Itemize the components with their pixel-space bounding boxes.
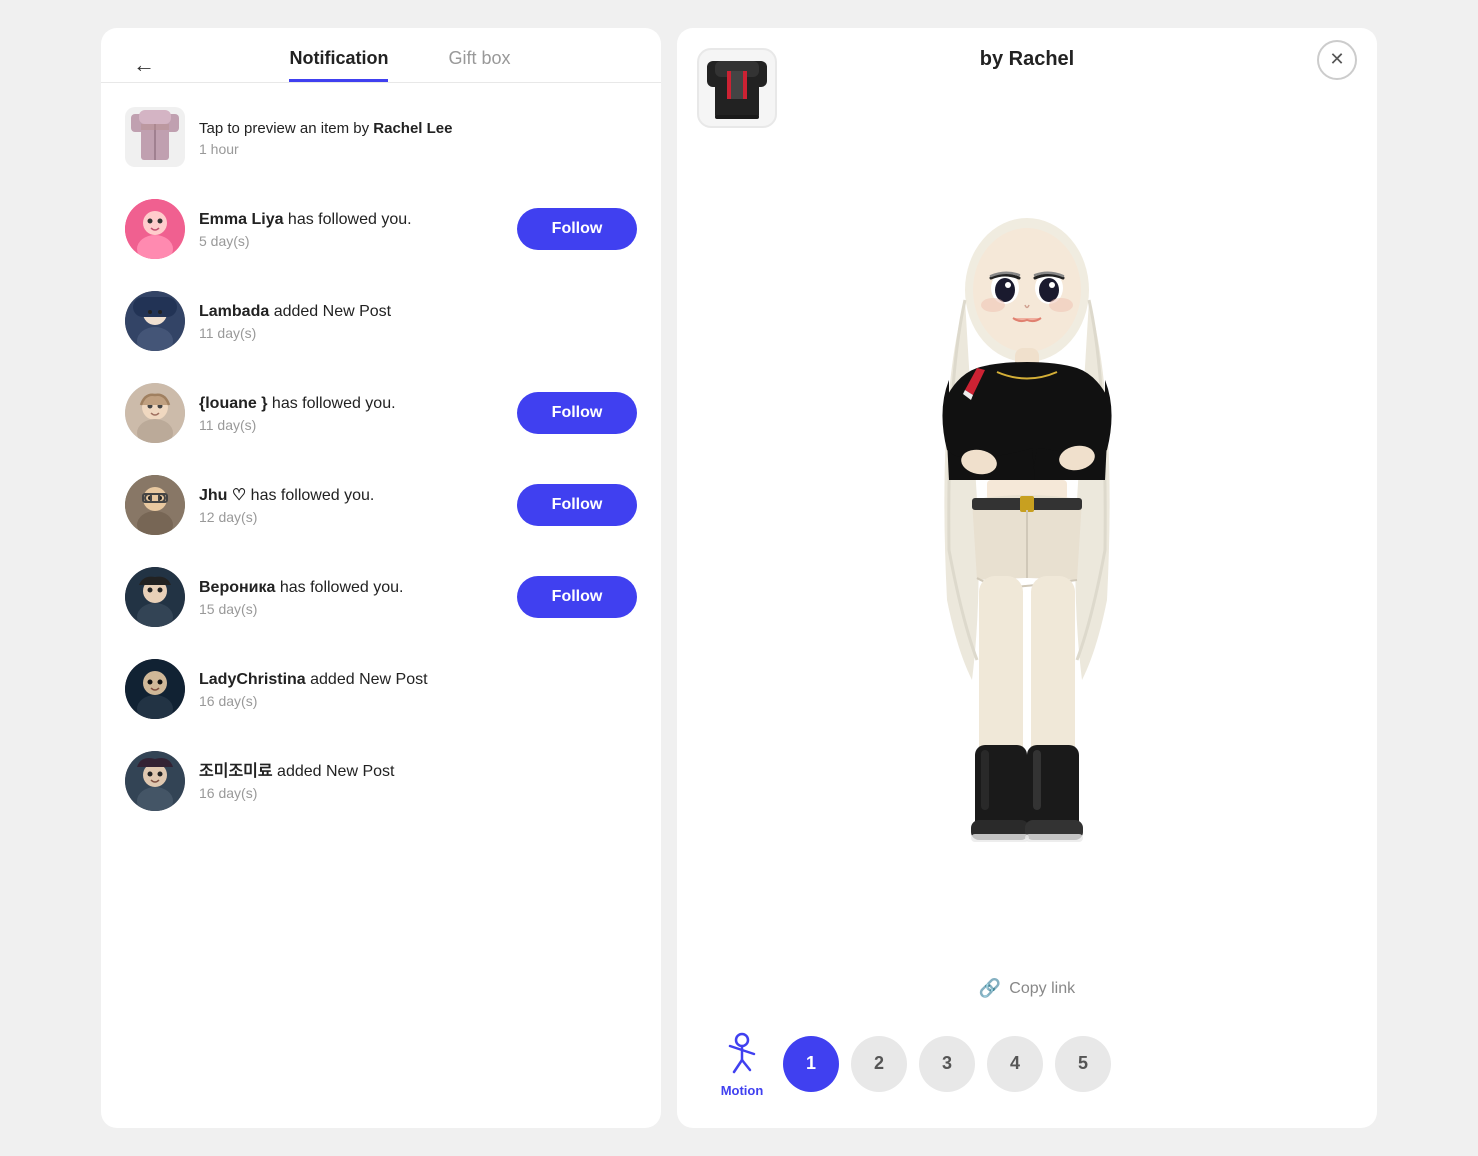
avatar-jhu	[125, 475, 185, 535]
notif-text-veronika: Вероника has followed you. 15 day(s)	[199, 577, 503, 617]
notif-item-emma[interactable]: Emma Liya has followed you. 5 day(s) Fol…	[101, 183, 661, 275]
notif-time-rachel: 1 hour	[199, 141, 637, 157]
notif-text-lambada: Lambada added New Post 11 day(s)	[199, 301, 637, 341]
avatar-ladychristina	[125, 659, 185, 719]
notif-title-emma: Emma Liya has followed you.	[199, 209, 503, 231]
notif-time-ladychristina: 16 day(s)	[199, 693, 637, 709]
copy-link-label: Copy link	[1009, 980, 1075, 998]
avatar-veronika	[125, 567, 185, 627]
avatar-louane	[125, 383, 185, 443]
notif-item-ladychristina[interactable]: LadyChristina added New Post 16 day(s)	[101, 643, 661, 735]
notif-time-louane: 11 day(s)	[199, 417, 503, 433]
avatar-lambada	[125, 291, 185, 351]
left-panel: ← Notification Gift box	[101, 28, 661, 1128]
notif-title-ladychristina: LadyChristina added New Post	[199, 669, 637, 691]
avatar-jomio-svg	[125, 751, 185, 811]
notif-text-emma: Emma Liya has followed you. 5 day(s)	[199, 209, 503, 249]
avatar-3d-svg	[877, 200, 1177, 860]
follow-button-louane[interactable]: Follow	[517, 392, 637, 434]
motion-figure-icon	[720, 1032, 764, 1076]
right-header: by Rachel ✕	[697, 48, 1357, 71]
tab-notification[interactable]: Notification	[289, 48, 388, 82]
motion-icon	[717, 1029, 767, 1079]
notif-title-jhu: Jhu ♡ has followed you.	[199, 485, 503, 507]
avatar-louane-svg	[125, 383, 185, 443]
item-thumbnail	[125, 107, 185, 167]
avatar-jomio	[125, 751, 185, 811]
number-buttons: 1 2 3 4 5	[783, 1036, 1111, 1092]
follow-button-veronika[interactable]: Follow	[517, 576, 637, 618]
right-title: by Rachel	[980, 48, 1074, 71]
tab-giftbox[interactable]: Gift box	[448, 48, 510, 82]
bottom-bar: Motion 1 2 3 4 5	[697, 1019, 1357, 1108]
notif-text-jhu: Jhu ♡ has followed you. 12 day(s)	[199, 485, 503, 525]
notif-item-veronika[interactable]: Вероника has followed you. 15 day(s) Fol…	[101, 551, 661, 643]
link-icon: 🔗	[979, 978, 1001, 999]
avatar-ladychristina-svg	[125, 659, 185, 719]
notif-time-veronika: 15 day(s)	[199, 601, 503, 617]
follow-button-jhu[interactable]: Follow	[517, 484, 637, 526]
avatar-3d-container	[697, 81, 1357, 978]
number-button-5[interactable]: 5	[1055, 1036, 1111, 1092]
clothing-icon	[131, 110, 179, 164]
right-panel: by Rachel ✕	[677, 28, 1377, 1128]
notif-text-ladychristina: LadyChristina added New Post 16 day(s)	[199, 669, 637, 709]
back-button[interactable]: ←	[125, 48, 163, 82]
avatar-emma-svg	[125, 199, 185, 259]
header: ← Notification Gift box	[101, 28, 661, 82]
notif-title-lambada: Lambada added New Post	[199, 301, 637, 323]
avatar-emma	[125, 199, 185, 259]
notif-title-veronika: Вероника has followed you.	[199, 577, 503, 599]
notif-time-emma: 5 day(s)	[199, 233, 503, 249]
avatar-jhu-svg	[125, 475, 185, 535]
notif-text-jomio: 조미조미료 added New Post 16 day(s)	[199, 761, 637, 801]
notif-text-louane: {louane } has followed you. 11 day(s)	[199, 393, 503, 433]
number-button-4[interactable]: 4	[987, 1036, 1043, 1092]
close-button[interactable]: ✕	[1317, 40, 1357, 80]
tabs: Notification Gift box	[163, 48, 637, 82]
number-button-3[interactable]: 3	[919, 1036, 975, 1092]
notif-item-rachel[interactable]: Tap to preview an item by Rachel Lee 1 h…	[101, 91, 661, 183]
avatar-lambada-svg	[125, 291, 185, 351]
notif-title-jomio: 조미조미료 added New Post	[199, 761, 637, 783]
copy-link[interactable]: 🔗 Copy link	[979, 978, 1075, 999]
notif-text-rachel: Tap to preview an item by Rachel Lee 1 h…	[199, 118, 637, 157]
number-button-1[interactable]: 1	[783, 1036, 839, 1092]
notification-list: Tap to preview an item by Rachel Lee 1 h…	[101, 83, 661, 1128]
motion-button[interactable]: Motion	[717, 1029, 767, 1098]
motion-label: Motion	[721, 1083, 764, 1098]
notif-item-jomio[interactable]: 조미조미료 added New Post 16 day(s)	[101, 735, 661, 827]
notif-item-jhu[interactable]: Jhu ♡ has followed you. 12 day(s) Follow	[101, 459, 661, 551]
notif-time-jhu: 12 day(s)	[199, 509, 503, 525]
number-button-2[interactable]: 2	[851, 1036, 907, 1092]
follow-button-emma[interactable]: Follow	[517, 208, 637, 250]
notif-title-louane: {louane } has followed you.	[199, 393, 503, 415]
notif-time-jomio: 16 day(s)	[199, 785, 637, 801]
notif-title-rachel: Tap to preview an item by Rachel Lee	[199, 118, 637, 139]
avatar-veronika-svg	[125, 567, 185, 627]
notif-item-louane[interactable]: {louane } has followed you. 11 day(s) Fo…	[101, 367, 661, 459]
notif-time-lambada: 11 day(s)	[199, 325, 637, 341]
notif-item-lambada[interactable]: Lambada added New Post 11 day(s)	[101, 275, 661, 367]
